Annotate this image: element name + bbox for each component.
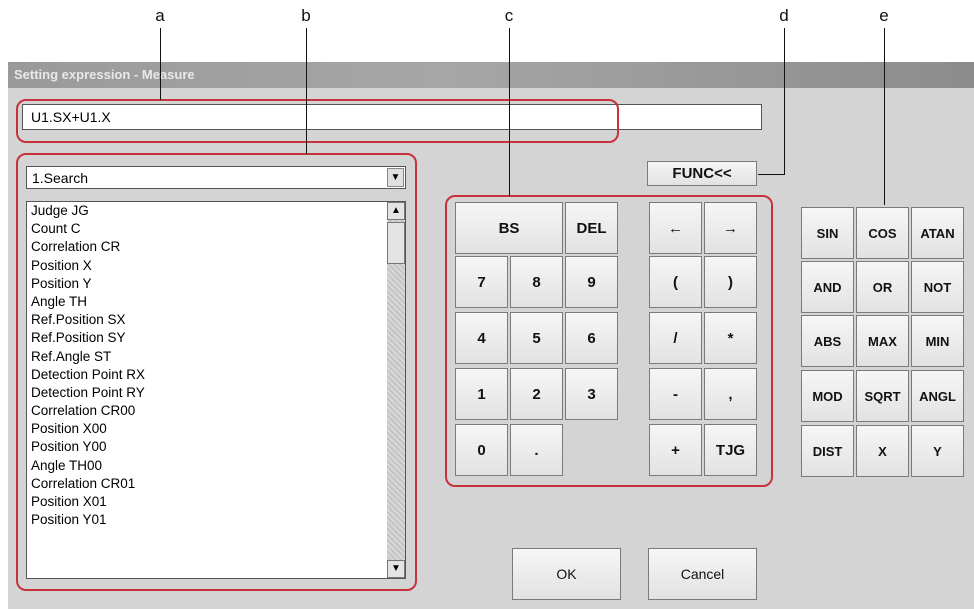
or-button[interactable]: OR: [856, 261, 909, 313]
ok-button[interactable]: OK: [512, 548, 621, 600]
callout-a: a: [155, 6, 165, 25]
callout-c: c: [504, 6, 514, 25]
leader-d: [784, 28, 785, 175]
cancel-button[interactable]: Cancel: [648, 548, 757, 600]
title-bar: Setting expression - Measure: [8, 62, 974, 88]
y-button[interactable]: Y: [911, 425, 964, 477]
func-toggle-button[interactable]: FUNC<<: [647, 161, 757, 186]
abs-button[interactable]: ABS: [801, 315, 854, 367]
leader-c: [509, 28, 510, 196]
and-button[interactable]: AND: [801, 261, 854, 313]
highlight-keypad: [445, 195, 773, 487]
leader-e: [884, 28, 885, 205]
min-button[interactable]: MIN: [911, 315, 964, 367]
callout-e: e: [879, 6, 889, 25]
x-button[interactable]: X: [856, 425, 909, 477]
callout-d: d: [779, 6, 789, 25]
not-button[interactable]: NOT: [911, 261, 964, 313]
leader-a: [160, 28, 161, 100]
sin-button[interactable]: SIN: [801, 207, 854, 259]
callout-b: b: [301, 6, 311, 25]
angl-button[interactable]: ANGL: [911, 370, 964, 422]
window-title: Setting expression - Measure: [14, 67, 195, 82]
leader-b: [306, 28, 307, 154]
leader-d-horizontal: [758, 174, 785, 175]
dist-button[interactable]: DIST: [801, 425, 854, 477]
highlight-list: [16, 153, 417, 591]
atan-button[interactable]: ATAN: [911, 207, 964, 259]
highlight-expression: [16, 99, 619, 143]
cos-button[interactable]: COS: [856, 207, 909, 259]
max-button[interactable]: MAX: [856, 315, 909, 367]
sqrt-button[interactable]: SQRT: [856, 370, 909, 422]
mod-button[interactable]: MOD: [801, 370, 854, 422]
